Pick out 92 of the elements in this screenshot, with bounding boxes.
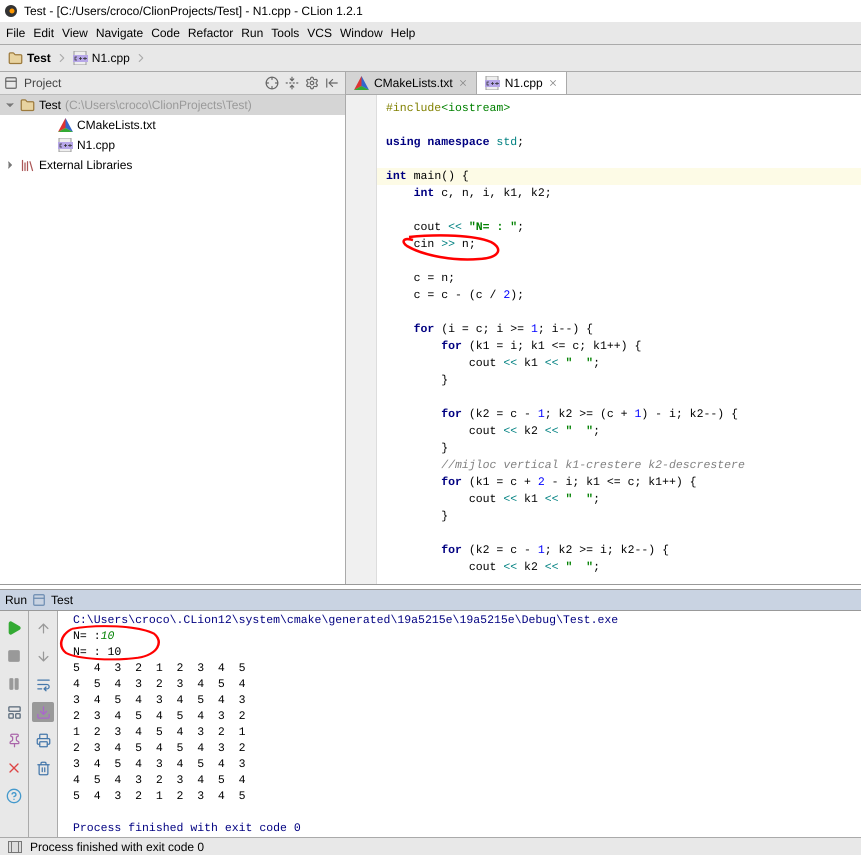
breadcrumb-item[interactable]: Test — [8, 50, 51, 66]
tree-item-label: CMakeLists.txt — [77, 118, 156, 132]
help-icon — [6, 788, 22, 804]
code-line: cin >> n; — [412, 237, 476, 253]
console-line: C:\Users\croco\.CLion12\system\cmake\generated\19a5215e\19a5215e\Debug\Test.exe — [73, 613, 618, 629]
cpp-file-icon — [58, 138, 73, 152]
code-line: c = n; — [412, 271, 456, 287]
console-line: 5 4 3 2 1 2 3 4 5 — [73, 661, 246, 677]
code-line: for (k2 = c - 1; k2 >= (c + 1) - i; k2--) { — [440, 407, 738, 423]
tree-item[interactable]: External Libraries — [0, 155, 345, 175]
arrow-down-icon — [36, 648, 50, 664]
trash-icon — [36, 760, 50, 776]
code-line: for (i = c; i >= 1; i--) { — [412, 322, 594, 338]
printer-icon — [36, 732, 50, 748]
project-path: (C:\Users\croco\ClionProjects\Test) — [65, 98, 252, 112]
pin-icon — [6, 732, 22, 748]
panel-icon — [4, 76, 18, 90]
cpp-file-icon — [484, 76, 500, 90]
code-line: cout << k1 << " "; — [468, 356, 600, 372]
menu-item[interactable]: Refactor — [184, 26, 238, 40]
settings-icon[interactable] — [305, 76, 319, 90]
menu-item[interactable]: Navigate — [92, 26, 148, 40]
library-icon — [20, 158, 35, 172]
console-line: 2 3 4 5 4 5 4 3 2 — [73, 709, 246, 725]
code-line: int c, n, i, k1, k2; — [412, 186, 552, 202]
tree-item-label: Test — [39, 98, 62, 112]
hide-panel-icon[interactable] — [325, 76, 339, 90]
triangle-logo-icon — [58, 118, 73, 132]
play-icon — [6, 620, 22, 636]
tree-item[interactable]: N1.cpp — [0, 135, 345, 155]
console-line: Process finished with exit code 0 — [73, 821, 301, 837]
code-line: cout << "N= : "; — [412, 220, 524, 236]
menu-item[interactable]: VCS — [303, 26, 336, 40]
tree-item[interactable]: CMakeLists.txt — [0, 115, 345, 135]
cpp-file-icon — [72, 51, 88, 65]
tree-item[interactable]: Test (C:\Users\croco\ClionProjects\Test) — [0, 95, 345, 115]
layout-icon — [6, 704, 22, 720]
code-line: } — [440, 441, 448, 457]
stop-icon — [7, 649, 21, 663]
pause-icon — [7, 677, 21, 691]
wrap-icon — [36, 676, 50, 692]
code-line: //mijloc vertical k1-crestere k2-descrestere — [440, 458, 745, 474]
panel-title: Project — [24, 76, 62, 90]
folder-icon — [20, 98, 35, 112]
code-line: for (k1 = i; k1 <= c; k1++) { — [440, 339, 642, 355]
status-panel-icon[interactable] — [8, 840, 22, 852]
download-icon — [36, 704, 50, 720]
code-line: cout << k2 << " "; — [468, 560, 600, 576]
menu-item[interactable]: View — [58, 26, 92, 40]
editor-tab[interactable]: CMakeLists.txt — [346, 72, 477, 94]
collapse-icon[interactable] — [285, 76, 299, 90]
console-line: 3 4 5 4 3 4 5 4 3 — [73, 693, 246, 709]
console-line: N= :10 — [73, 629, 114, 645]
tree-item-label: N1.cpp — [77, 138, 116, 152]
console-line: 1 2 3 4 5 4 3 2 1 — [73, 725, 246, 741]
menu-item[interactable]: Help — [386, 26, 420, 40]
code-line: int main() { — [386, 169, 469, 185]
status-text: Process finished with exit code 0 — [30, 840, 204, 854]
console-line: 2 3 4 5 4 5 4 3 2 — [73, 741, 246, 757]
window-icon — [32, 593, 46, 607]
code-line: using namespace std; — [386, 135, 524, 151]
code-line: #include<iostream> — [386, 101, 510, 117]
editor-tab[interactable]: N1.cpp — [476, 72, 567, 94]
close-icon[interactable] — [548, 78, 558, 88]
crosshair-icon[interactable] — [265, 76, 279, 90]
tree-item-label: External Libraries — [39, 158, 132, 172]
console-line: 4 5 4 3 2 3 4 5 4 — [73, 677, 246, 693]
close-icon[interactable] — [458, 78, 468, 88]
menu-item[interactable]: File — [2, 26, 30, 40]
console-line: 5 4 3 2 1 2 3 4 5 — [73, 789, 246, 805]
menu-item[interactable]: Code — [147, 26, 184, 40]
code-line: c = c - (c / 2); — [412, 288, 524, 304]
panel-title: Run — [5, 593, 28, 607]
code-line: } — [440, 373, 448, 389]
console-line: N= : 10 — [73, 645, 122, 661]
menu-item[interactable]: Run — [237, 26, 268, 40]
console-line: 3 4 5 4 3 4 5 4 3 — [73, 757, 246, 773]
folder-icon — [8, 50, 23, 66]
console-line: 4 5 4 3 2 3 4 5 4 — [73, 773, 246, 789]
app-logo-icon — [4, 4, 18, 18]
code-line: for (k2 = c - 1; k2 >= i; k2--) { — [440, 543, 669, 559]
window-title: Test - [C:/Users/croco/ClionProjects/Test] - N1.cpp - CLion 1.2.1 — [24, 4, 363, 18]
code-line: cout << k2 << " "; — [468, 424, 600, 440]
menu-item[interactable]: Tools — [267, 26, 304, 40]
breadcrumb-item[interactable]: N1.cpp — [72, 51, 130, 65]
menu-item[interactable]: Edit — [29, 26, 58, 40]
code-line: } — [440, 509, 448, 525]
run-config-label: Test — [51, 593, 74, 607]
menu-item[interactable]: Window — [336, 26, 387, 40]
code-line: for (k1 = c + 2 - i; k1 <= c; k1++) { — [440, 475, 697, 491]
triangle-logo-icon — [354, 76, 369, 90]
code-line: cout << k1 << " "; — [468, 492, 600, 508]
